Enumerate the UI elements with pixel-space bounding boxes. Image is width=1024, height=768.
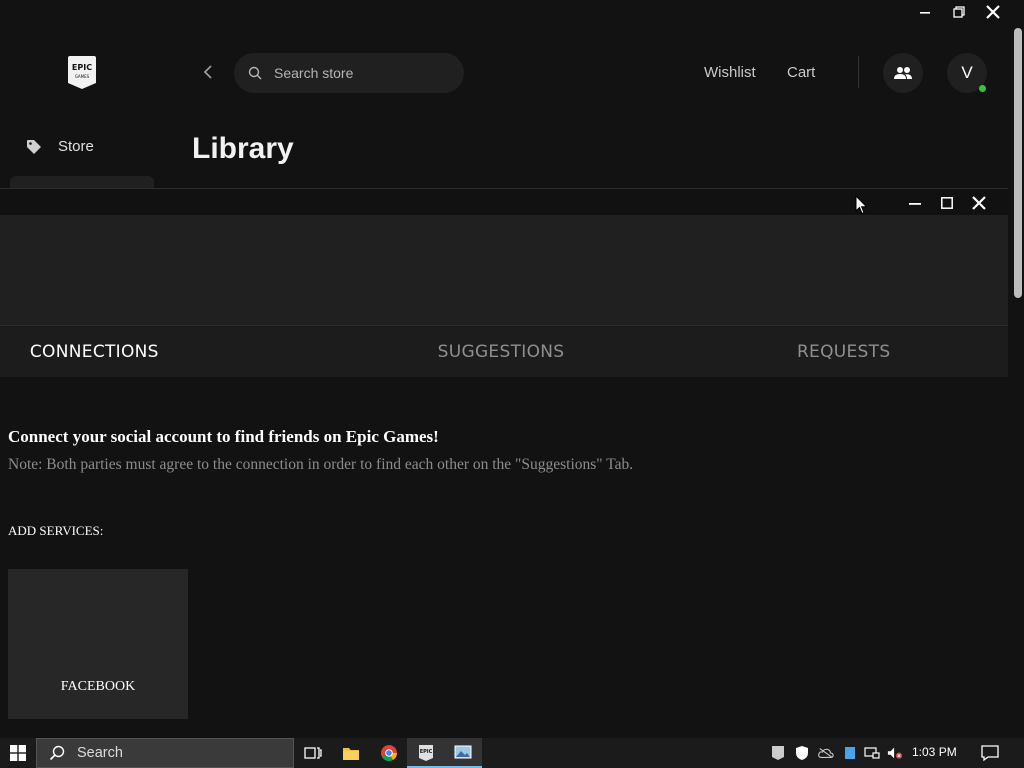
close-button[interactable] — [976, 0, 1010, 24]
sidebar-item-label: Store — [58, 138, 94, 155]
tab-requests[interactable]: REQUESTS — [679, 327, 1008, 377]
friends-window: CONNECTIONS SUGGESTIONS REQUESTS Connect… — [0, 188, 1008, 739]
task-view-icon — [304, 747, 322, 759]
restore-button[interactable] — [942, 0, 976, 24]
facebook-service-button[interactable]: FACEBOOK — [8, 569, 188, 719]
connections-content: Connect your social account to find frie… — [0, 377, 1008, 739]
chrome-icon — [381, 745, 397, 761]
friends-close-button[interactable] — [964, 191, 994, 215]
friends-tabs: CONNECTIONS SUGGESTIONS REQUESTS — [0, 327, 1008, 377]
epic-games-taskbar-button[interactable]: EPIC — [407, 738, 445, 768]
close-icon — [972, 196, 986, 210]
minimize-icon — [909, 203, 921, 205]
network-icon[interactable] — [864, 745, 880, 761]
connect-heading: Connect your social account to find frie… — [8, 427, 439, 446]
epic-games-icon: EPIC — [419, 744, 433, 761]
connect-note: Note: Both parties must agree to the con… — [8, 456, 634, 473]
image-app-icon — [454, 745, 472, 759]
sidebar-item-store[interactable]: Store — [26, 138, 94, 155]
taskbar-search-box[interactable]: Search — [36, 738, 294, 768]
friends-header-panel — [0, 215, 1008, 326]
search-placeholder: Search store — [274, 65, 354, 81]
maximize-icon — [941, 197, 953, 209]
add-services-label: ADD SERVICES: — [8, 523, 104, 538]
start-button[interactable] — [0, 738, 36, 768]
close-icon — [986, 5, 1000, 19]
taskbar-search-text: Search — [77, 745, 123, 761]
tab-connections[interactable]: CONNECTIONS — [0, 327, 259, 377]
search-icon — [248, 66, 262, 80]
windows-logo-icon — [10, 745, 26, 761]
header-divider — [858, 56, 859, 88]
action-center-button[interactable] — [980, 744, 1000, 762]
task-view-button[interactable] — [294, 738, 332, 768]
photos-taskbar-button[interactable] — [444, 738, 482, 768]
blue-square-tray-icon[interactable] — [842, 745, 858, 761]
search-icon — [49, 745, 65, 761]
windows-taskbar: Search EPIC 1:03 PM — [0, 738, 1024, 768]
sidebar-item-library-highlight[interactable] — [10, 176, 154, 188]
onedrive-icon[interactable] — [818, 745, 834, 761]
epic-tray-icon[interactable] — [770, 745, 786, 761]
folder-icon — [343, 747, 359, 760]
tab-suggestions[interactable]: SUGGESTIONS — [337, 327, 666, 377]
svg-text:GAMES: GAMES — [75, 74, 90, 79]
tag-icon — [27, 139, 41, 154]
page-title: Library — [192, 132, 294, 165]
cart-link[interactable]: Cart — [787, 64, 815, 81]
friends-window-controls — [900, 191, 994, 215]
svg-text:EPIC: EPIC — [420, 749, 433, 755]
notification-icon — [981, 745, 999, 762]
scrollbar-thumb[interactable] — [1014, 28, 1022, 298]
file-explorer-button[interactable] — [332, 738, 370, 768]
back-button[interactable] — [198, 62, 218, 82]
restore-icon — [953, 6, 965, 18]
friends-icon — [894, 67, 912, 79]
svg-text:EPIC: EPIC — [72, 63, 92, 72]
chevron-left-icon — [203, 65, 212, 79]
epic-games-logo[interactable]: EPIC GAMES — [68, 56, 96, 89]
minimize-icon — [920, 12, 930, 14]
shield-icon[interactable] — [794, 745, 810, 761]
wishlist-link[interactable]: Wishlist — [704, 64, 756, 81]
minimize-button[interactable] — [908, 0, 942, 24]
friends-button[interactable] — [883, 53, 923, 93]
online-status-dot — [979, 85, 986, 92]
service-label: FACEBOOK — [60, 679, 136, 694]
friends-minimize-button[interactable] — [900, 191, 930, 215]
mouse-cursor-icon — [855, 195, 867, 215]
volume-muted-icon[interactable] — [887, 745, 903, 761]
search-store-input[interactable]: Search store — [234, 53, 464, 93]
window-controls — [908, 0, 1010, 24]
taskbar-clock[interactable]: 1:03 PM — [912, 745, 957, 759]
chrome-button[interactable] — [370, 738, 408, 768]
friends-maximize-button[interactable] — [932, 191, 962, 215]
